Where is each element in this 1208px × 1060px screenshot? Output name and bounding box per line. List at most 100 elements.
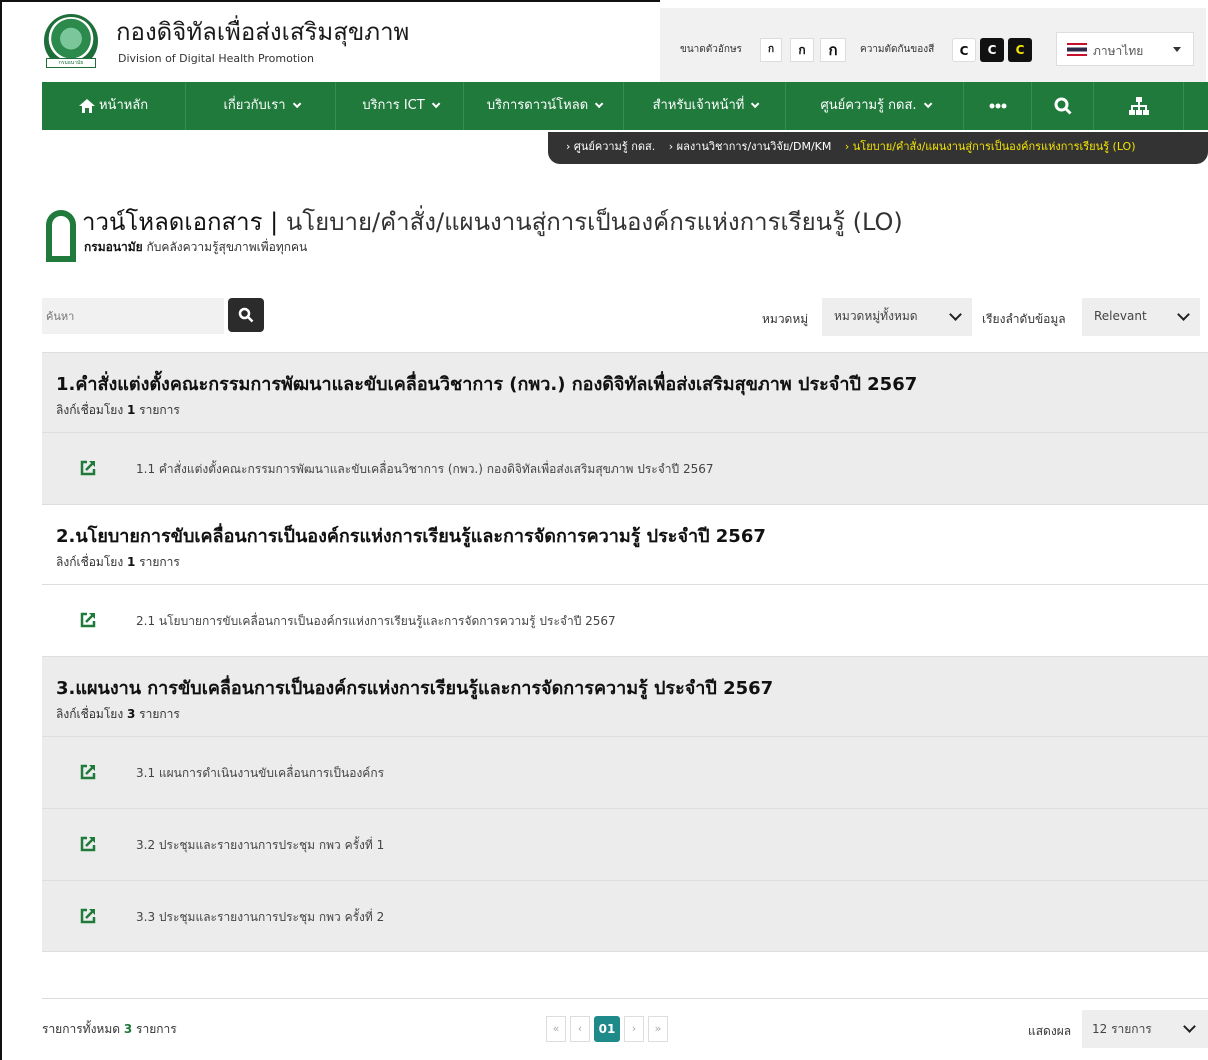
nav-item-about[interactable]: เกี่ยวกับเรา xyxy=(186,82,336,130)
first-page-button[interactable]: « xyxy=(546,1016,566,1042)
contrast-label: ความตัดกันของสี xyxy=(860,44,935,55)
document-link-row[interactable]: 3.3 ประชุมและรายงานการประชุม กพว ครั้งที… xyxy=(42,880,1208,952)
nav-item-label: เกี่ยวกับเรา xyxy=(223,98,286,113)
font-size-large-button[interactable]: ก xyxy=(820,38,846,62)
section-title: 1.คำสั่งแต่งตั้งคณะกรรมการพัฒนาและขับเคล… xyxy=(56,374,918,395)
per-page-label: แสดงผล xyxy=(1028,1024,1072,1038)
sitemap-icon xyxy=(1128,96,1149,115)
contrast-dark-button[interactable]: C xyxy=(980,38,1004,62)
contrast-normal-button[interactable]: C xyxy=(952,38,976,62)
home-icon xyxy=(78,98,95,113)
nav-item-label: บริการดาวน์โหลด xyxy=(486,98,589,113)
window-border-left xyxy=(0,0,2,1060)
document-link[interactable]: 3.2 ประชุมและรายงานการประชุม กพว ครั้งที… xyxy=(136,836,384,855)
main-nav: หน้าหลัก เกี่ยวกับเรา บริการ ICT บริการด… xyxy=(42,82,1208,130)
nav-item-downloads[interactable]: บริการดาวน์โหลด xyxy=(464,82,624,130)
nav-more-button[interactable] xyxy=(964,82,1032,130)
document-link[interactable]: 3.1 แผนการดำเนินงานขับเคลื่อนการเป็นองค์… xyxy=(136,764,384,783)
chevron-down-icon xyxy=(595,99,604,109)
chevron-down-icon xyxy=(923,99,932,109)
language-value: ภาษาไทย xyxy=(1093,44,1144,58)
title-initial-letter xyxy=(46,210,76,262)
chevron-down-icon xyxy=(292,99,301,109)
chevron-down-icon xyxy=(949,308,962,321)
section-link-count: ลิงก์เชื่อมโยง 1 รายการ xyxy=(56,555,180,569)
font-size-small-button[interactable]: ก xyxy=(760,38,782,62)
document-link[interactable]: 1.1 คำสั่งแต่งตั้งคณะกรรมการพัฒนาและขับเ… xyxy=(136,460,714,479)
breadcrumb: › ศูนย์ความรู้ กดส. › ผลงานวิชาการ/งานวิ… xyxy=(548,132,1208,164)
page-title: าวน์โหลดเอกสาร | นโยบาย/คำสั่ง/แผนงานสู่… xyxy=(82,202,903,241)
document-link-row[interactable]: 3.2 ประชุมและรายงานการประชุม กพว ครั้งที… xyxy=(42,808,1208,880)
nav-search-button[interactable] xyxy=(1032,82,1094,130)
breadcrumb-item-current: › นโยบาย/คำสั่ง/แผนงานสู่การเป็นองค์กรแห… xyxy=(844,140,1136,153)
nav-item-label: บริการ ICT xyxy=(362,98,425,113)
current-page-button[interactable]: 01 xyxy=(594,1016,620,1042)
per-page-value: 12 รายการ xyxy=(1092,1022,1152,1036)
section-title: 2.นโยบายการขับเคลื่อนการเป็นองค์กรแห่งกา… xyxy=(56,526,766,547)
page-tagline: กรมอนามัย กับคลังความรู้สุขภาพเพื่อทุกคน xyxy=(84,238,307,257)
external-link-icon xyxy=(80,612,96,628)
sort-value: Relevant xyxy=(1094,309,1147,323)
category-select[interactable]: หมวดหมู่ทั้งหมด xyxy=(822,298,972,336)
logo-ribbon: กรมอนามัย xyxy=(46,58,96,68)
prev-page-button[interactable]: ‹ xyxy=(570,1016,590,1042)
page-title-main: าวน์โหลดเอกสาร xyxy=(82,208,263,236)
document-link-row[interactable]: 3.1 แผนการดำเนินงานขับเคลื่อนการเป็นองค์… xyxy=(42,736,1208,808)
language-select[interactable]: ภาษาไทย xyxy=(1056,32,1194,66)
category-value: หมวดหมู่ทั้งหมด xyxy=(834,309,918,323)
search-icon xyxy=(238,307,254,323)
category-label: หมวดหมู่ xyxy=(762,312,809,326)
section-header: 1.คำสั่งแต่งตั้งคณะกรรมการพัฒนาและขับเคล… xyxy=(42,352,1208,432)
tagline-bold: กรมอนามัย xyxy=(84,240,143,254)
nav-item-label: หน้าหลัก xyxy=(98,98,149,113)
caret-down-icon xyxy=(1173,47,1181,52)
font-size-medium-button[interactable]: ก xyxy=(790,38,814,62)
thai-flag-icon xyxy=(1067,43,1087,56)
total-items: รายการทั้งหมด 3 รายการ xyxy=(42,1022,177,1036)
external-link-icon xyxy=(80,836,96,852)
site-title[interactable]: กองดิจิทัลเพื่อส่งเสริมสุขภาพ xyxy=(116,12,409,51)
nav-sitemap-button[interactable] xyxy=(1094,82,1184,130)
chevron-down-icon xyxy=(751,99,760,109)
document-link-row[interactable]: 1.1 คำสั่งแต่งตั้งคณะกรรมการพัฒนาและขับเ… xyxy=(42,432,1208,504)
search-button[interactable] xyxy=(228,298,264,332)
font-size-label: ขนาดตัวอักษร xyxy=(680,44,742,55)
external-link-icon xyxy=(80,460,96,476)
nav-item-label: สำหรับเจ้าหน้าที่ xyxy=(652,98,745,113)
page-title-section: นโยบาย/คำสั่ง/แผนงานสู่การเป็นองค์กรแห่ง… xyxy=(285,208,903,236)
nav-item-ict-services[interactable]: บริการ ICT xyxy=(336,82,464,130)
section-header: 2.นโยบายการขับเคลื่อนการเป็นองค์กรแห่งกา… xyxy=(42,504,1208,584)
per-page-select[interactable]: 12 รายการ xyxy=(1082,1010,1208,1048)
contrast-yellow-button[interactable]: C xyxy=(1008,38,1032,62)
search-icon xyxy=(1054,97,1072,115)
document-link[interactable]: 3.3 ประชุมและรายงานการประชุม กพว ครั้งที… xyxy=(136,908,384,927)
nav-item-knowledge-center[interactable]: ศูนย์ความรู้ กดส. xyxy=(786,82,964,130)
chevron-down-icon xyxy=(1183,1020,1196,1033)
next-page-button[interactable]: › xyxy=(624,1016,644,1042)
site-header: กรมอนามัย กองดิจิทัลเพื่อส่งเสริมสุขภาพ … xyxy=(2,2,1208,82)
site-subtitle: Division of Digital Health Promotion xyxy=(118,52,314,65)
sort-select[interactable]: Relevant xyxy=(1082,298,1200,336)
document-list: 1.คำสั่งแต่งตั้งคณะกรรมการพัฒนาและขับเคล… xyxy=(42,352,1208,952)
search-input[interactable] xyxy=(42,298,224,334)
chevron-down-icon xyxy=(431,99,441,109)
tagline-rest: กับคลังความรู้สุขภาพเพื่อทุกคน xyxy=(142,240,308,254)
section-header: 3.แผนงาน การขับเคลื่อนการเป็นองค์กรแห่งก… xyxy=(42,656,1208,736)
section-title: 3.แผนงาน การขับเคลื่อนการเป็นองค์กรแห่งก… xyxy=(56,678,774,699)
last-page-button[interactable]: » xyxy=(648,1016,668,1042)
nav-item-home[interactable]: หน้าหลัก xyxy=(42,82,186,130)
breadcrumb-item-knowledge-center[interactable]: › ศูนย์ความรู้ กดส. xyxy=(566,140,655,153)
accessibility-bar: ขนาดตัวอักษร ก ก ก ความตัดกันของสี C C C… xyxy=(660,8,1206,82)
section-link-count: ลิงก์เชื่อมโยง 3 รายการ xyxy=(56,707,180,721)
section-link-count: ลิงก์เชื่อมโยง 1 รายการ xyxy=(56,403,180,417)
breadcrumb-item-academic[interactable]: › ผลงานวิชาการ/งานวิจัย/DM/KM xyxy=(669,140,832,153)
nav-item-staff[interactable]: สำหรับเจ้าหน้าที่ xyxy=(624,82,786,130)
document-link-row[interactable]: 2.1 นโยบายการขับเคลื่อนการเป็นองค์กรแห่ง… xyxy=(42,584,1208,656)
external-link-icon xyxy=(80,908,96,924)
document-link[interactable]: 2.1 นโยบายการขับเคลื่อนการเป็นองค์กรแห่ง… xyxy=(136,612,616,631)
footer-divider xyxy=(42,998,1208,999)
external-link-icon xyxy=(80,764,96,780)
sort-label: เรียงลำดับข้อมูล xyxy=(982,312,1066,326)
nav-item-label: ศูนย์ความรู้ กดส. xyxy=(820,98,917,113)
chevron-down-icon xyxy=(1177,308,1190,321)
